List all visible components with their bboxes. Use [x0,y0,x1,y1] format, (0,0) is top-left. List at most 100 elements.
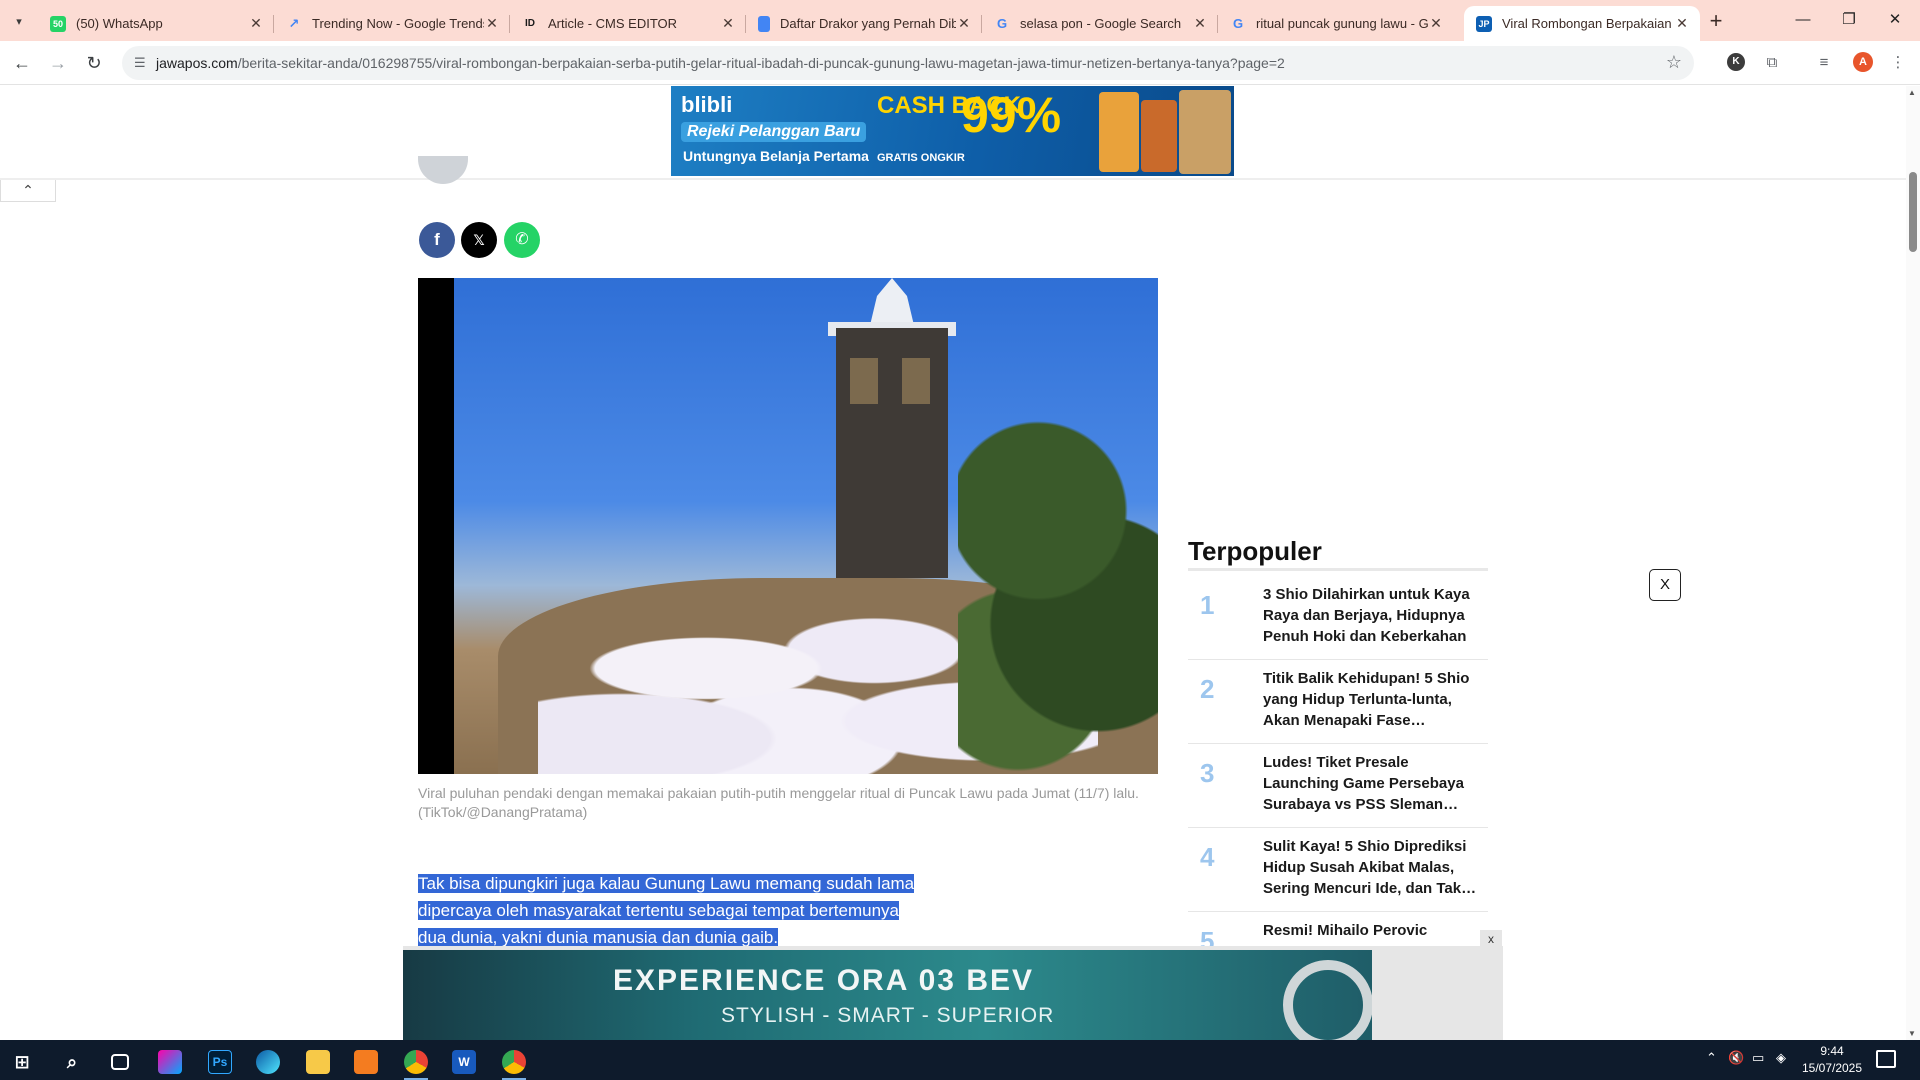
google-icon: G [996,16,1008,31]
ad-product-image [1099,92,1139,172]
sticky-header-border [0,178,1920,180]
taskbar-edge[interactable] [248,1044,288,1080]
folder-icon [306,1050,330,1074]
taskbar-app-orange[interactable] [346,1044,386,1080]
extensions-puzzle-icon[interactable]: ⧉ [1760,51,1784,75]
bookmark-star-icon[interactable]: ☆ [1666,52,1682,73]
image-caption: Viral puluhan pendaki dengan memakai pak… [418,785,1139,820]
popular-item[interactable]: 4 Sulit Kaya! 5 Shio Diprediksi Hidup Su… [1188,828,1488,912]
tab-whatsapp[interactable]: 50 (50) WhatsApp ✕ [38,6,274,41]
restore-button[interactable]: ❐ [1826,4,1872,36]
ad-line2: Untungnya Belanja Pertama [683,148,869,164]
tray-chevron-up-icon[interactable]: ⌃ [1706,1050,1717,1066]
web-page: blibli Rejeki Pelanggan Baru Untungnya B… [0,86,1920,1040]
popular-rank: 3 [1200,758,1215,788]
popular-item[interactable]: 2 Titik Balik Kehidupan! 5 Shio yang Hid… [1188,660,1488,744]
cms-icon: ID [525,18,535,29]
start-button[interactable]: ⊞ [2,1044,42,1080]
task-view-button[interactable] [100,1044,140,1080]
url-text[interactable]: jawapos.com/berita-sekitar-anda/01629875… [156,55,1285,71]
taskbar-clock[interactable]: 9:44 15/07/2025 [1800,1043,1864,1077]
close-tab-icon[interactable]: ✕ [1192,15,1208,32]
word-icon: W [452,1050,476,1074]
jawapos-icon: JP [1476,15,1492,32]
bottom-banner-ad[interactable]: EXPERIENCE ORA 03 BEV STYLISH - SMART - … [403,950,1372,1040]
chrome-icon [502,1050,526,1074]
taskbar-chrome-profile-a[interactable] [396,1044,436,1080]
taskbar-chrome[interactable] [494,1044,534,1080]
share-whatsapp-button[interactable]: ✆ [504,222,540,258]
forward-button[interactable]: → [44,49,72,77]
new-tab-button[interactable]: + [1702,8,1730,36]
selected-text: Tak bisa dipungkiri juga kalau Gunung La… [418,874,915,947]
scroll-down-arrow-icon[interactable]: ▼ [1908,1029,1916,1038]
address-bar[interactable]: ☰ jawapos.com/berita-sekitar-anda/016298… [122,46,1694,80]
docs-icon [758,15,770,32]
taskbar-file-explorer[interactable] [298,1044,338,1080]
article-hero-image[interactable] [418,278,1158,774]
profile-avatar[interactable]: A [1853,52,1873,72]
reload-button[interactable]: ↻ [80,49,108,77]
popular-item[interactable]: 3 Ludes! Tiket Presale Launching Game Pe… [1188,744,1488,828]
close-window-button[interactable]: ✕ [1872,4,1918,36]
popular-title[interactable]: Titik Balik Kehidupan! 5 Shio yang Hidup… [1263,668,1481,731]
share-facebook-button[interactable]: f [419,222,455,258]
tab-google-trends[interactable]: ↗ Trending Now - Google Trends ✕ [274,6,510,41]
tab-cms-editor[interactable]: ID Article - CMS EDITOR ✕ [510,6,746,41]
close-tab-icon[interactable]: ✕ [484,15,500,32]
tab-strip: ▾ 50 (50) WhatsApp ✕ ↗ Trending Now - Go… [0,0,1920,41]
popular-title[interactable]: 3 Shio Dilahirkan untuk Kaya Raya dan Be… [1263,584,1481,647]
top-banner-ad[interactable]: blibli Rejeki Pelanggan Baru Untungnya B… [671,86,1234,176]
ad-product-image [1141,100,1177,172]
heading-underline [1188,568,1488,571]
tab-title: Viral Rombongan Berpakaian S [1502,16,1674,31]
close-ad-button[interactable]: X [1649,569,1681,601]
scroll-up-arrow-icon[interactable]: ▲ [1908,88,1916,97]
popular-title[interactable]: Ludes! Tiket Presale Launching Game Pers… [1263,752,1481,815]
clock-date: 15/07/2025 [1801,1061,1863,1075]
taskbar-photoshop[interactable]: Ps [200,1044,240,1080]
close-tab-icon[interactable]: ✕ [956,15,972,32]
scrollbar-thumb[interactable] [1909,172,1917,252]
close-bottom-ad-button[interactable]: x [1480,930,1502,948]
volume-muted-icon[interactable]: 🔇 [1728,1050,1744,1066]
taskbar-copilot[interactable] [150,1044,190,1080]
site-info-icon[interactable]: ☰ [134,55,146,71]
ad-headline: EXPERIENCE ORA 03 BEV [613,964,1034,997]
share-x-button[interactable]: 𝕏 [461,222,497,258]
tab-viral-rombongan[interactable]: JP Viral Rombongan Berpakaian S ✕ [1464,6,1700,41]
app-tray-icon[interactable]: ◈ [1776,1050,1786,1066]
ad-brand: blibli [681,92,733,117]
collapse-chevron-up-icon[interactable]: ⌃ [0,180,56,202]
close-tab-icon[interactable]: ✕ [1674,15,1690,32]
tab-title: Article - CMS EDITOR [548,16,678,31]
close-tab-icon[interactable]: ✕ [720,15,736,32]
taskbar-word[interactable]: W [444,1044,484,1080]
popular-rank: 1 [1200,590,1215,620]
tab-search-chevron-icon[interactable]: ▾ [8,10,30,32]
tab-daftar-drakor[interactable]: Daftar Drakor yang Pernah Dibi ✕ [746,6,982,41]
minimize-button[interactable]: — [1780,4,1826,36]
back-button[interactable]: ← [8,49,36,77]
whatsapp-icon: 50 [50,15,66,32]
photoshop-icon: Ps [208,1050,232,1074]
ad-subline: STYLISH - SMART - SUPERIOR [721,1004,1055,1027]
extension-k-icon[interactable]: K [1727,53,1745,71]
network-icon[interactable]: ▭ [1752,1050,1764,1066]
popular-item[interactable]: 1 3 Shio Dilahirkan untuk Kaya Raya dan … [1188,576,1488,660]
media-control-icon[interactable]: ≡ [1812,51,1836,75]
ad-ongkir: GRATIS ONGKIR [877,152,965,164]
page-scrollbar[interactable]: ▲ ▼ [1906,86,1920,1040]
task-view-icon [111,1054,129,1070]
ad-percent: 99% [961,87,1062,143]
selected-paragraph[interactable]: Tak bisa dipungkiri juga kalau Gunung La… [418,870,926,951]
taskbar-search-button[interactable]: ⌕ [52,1044,92,1080]
close-tab-icon[interactable]: ✕ [1428,15,1444,32]
popular-title[interactable]: Resmi! Mihailo Perovic [1263,920,1481,941]
menu-kebab-icon[interactable]: ⋮ [1886,51,1910,75]
notification-icon[interactable] [1876,1050,1896,1068]
close-tab-icon[interactable]: ✕ [248,15,264,32]
tab-selasa-pon[interactable]: G selasa pon - Google Search ✕ [982,6,1218,41]
tab-ritual-puncak[interactable]: G ritual puncak gunung lawu - Go ✕ [1218,6,1454,41]
popular-title[interactable]: Sulit Kaya! 5 Shio Diprediksi Hidup Susa… [1263,836,1481,899]
